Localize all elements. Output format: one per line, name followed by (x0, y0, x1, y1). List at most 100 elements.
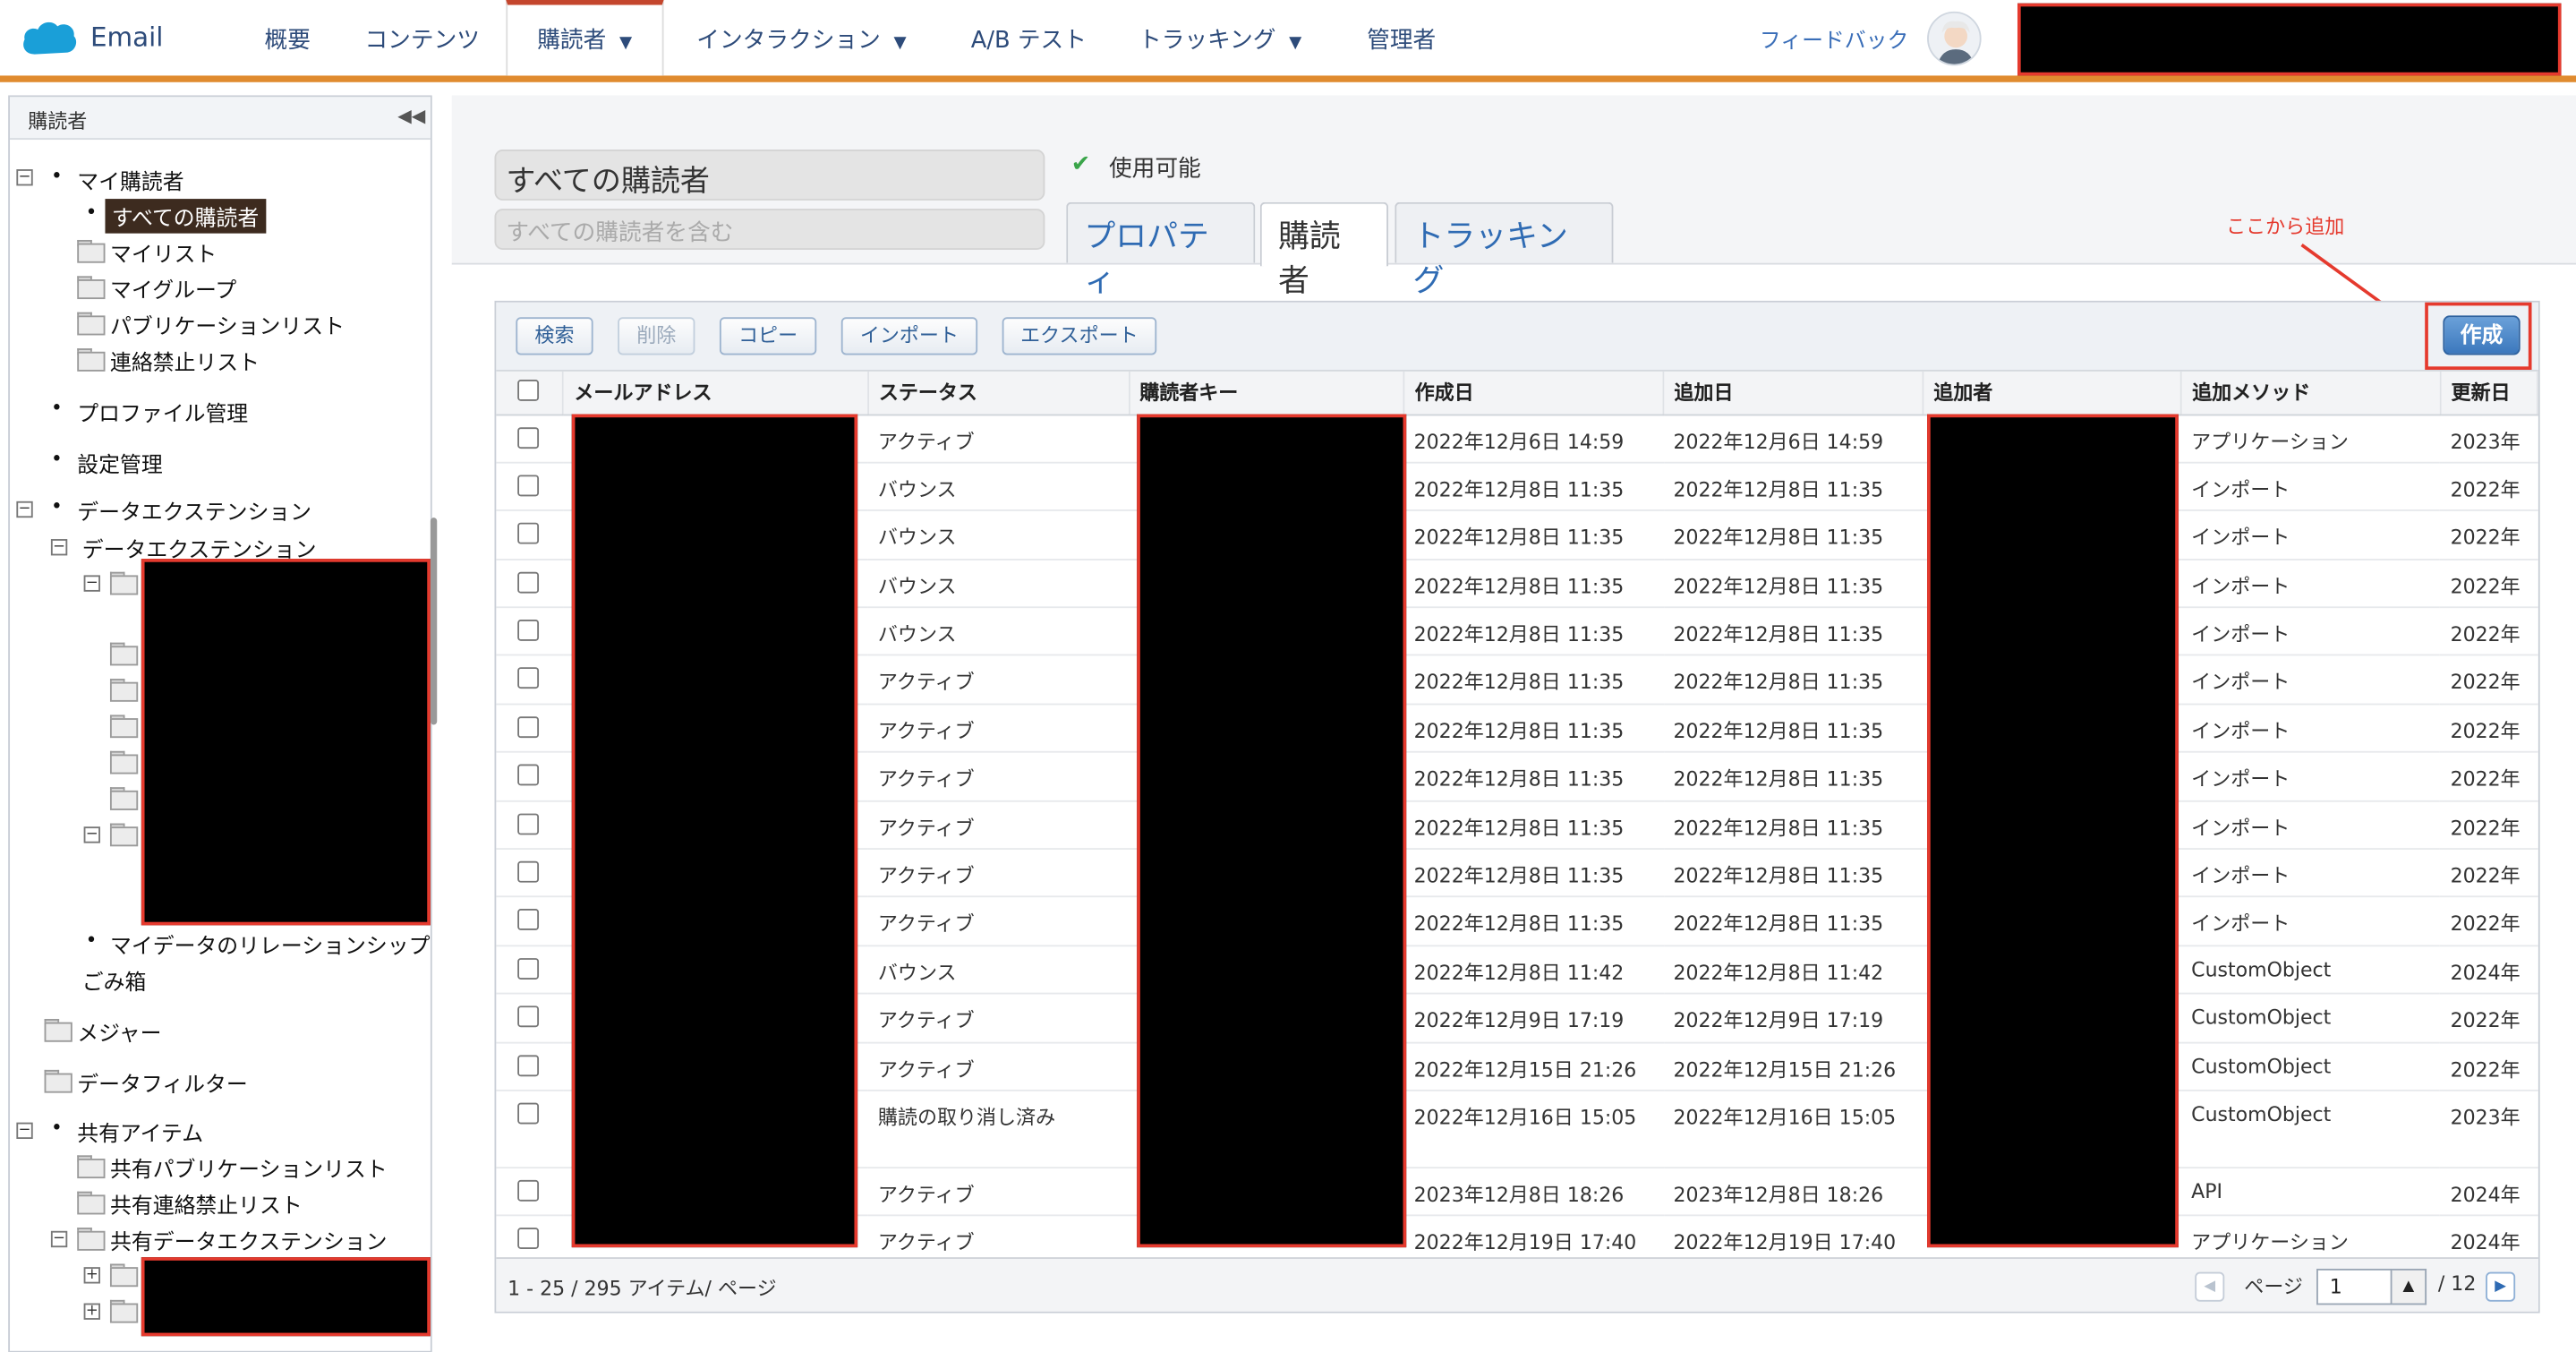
tree-measures[interactable]: メジャー (77, 1015, 161, 1048)
tree-shared-data-extensions[interactable]: 共有データエクステンション (110, 1224, 388, 1256)
tree-shared-publication-lists[interactable]: 共有パブリケーションリスト (110, 1152, 388, 1184)
tab-subscribers[interactable]: 購読者 (1259, 201, 1388, 299)
redacted-shared-folders (141, 1257, 431, 1337)
nav-label: トラッキング (1139, 28, 1276, 55)
next-page-icon[interactable]: ▶ (2486, 1271, 2516, 1302)
method-cell: インポート (2181, 849, 2441, 898)
export-button[interactable]: エクスポート (1002, 317, 1157, 355)
collapse-toggle-icon[interactable]: − (16, 501, 33, 518)
tree-data-relationships[interactable]: マイデータのリレーションシップ (110, 928, 430, 960)
created-cell: 2022年12月8日 11:35 (1403, 607, 1664, 657)
search-button[interactable]: 検索 (516, 317, 593, 355)
nav-content[interactable]: コンテンツ (364, 23, 479, 56)
prev-page-icon[interactable]: ◀ (2195, 1271, 2225, 1302)
col-status[interactable]: ステータス (867, 371, 1130, 415)
copy-button[interactable]: コピー (719, 317, 817, 355)
folder-icon (77, 348, 106, 372)
row-checkbox[interactable] (517, 1228, 540, 1250)
page-spinner-icon[interactable]: ▲ (2392, 1269, 2427, 1305)
col-email[interactable]: メールアドレス (563, 371, 869, 415)
tree-data-filters[interactable]: データフィルター (77, 1066, 247, 1099)
updated-cell: 2022年 (2440, 752, 2538, 802)
salesforce-cloud-icon[interactable] (20, 18, 79, 59)
tree-suppression-lists[interactable]: 連絡禁止リスト (110, 345, 260, 377)
collapse-toggle-icon[interactable]: − (83, 826, 100, 843)
chevron-down-icon[interactable]: ▼ (619, 35, 632, 53)
select-all-checkbox[interactable] (517, 379, 540, 401)
method-cell: API (2181, 1168, 2441, 1217)
nav-tracking[interactable]: トラッキング ▼ (1139, 23, 1301, 56)
app-name[interactable]: Email (90, 21, 163, 53)
delete-button[interactable]: 削除 (618, 317, 695, 355)
nav-subscribers[interactable]: 購読者 ▼ (506, 0, 663, 76)
collapse-toggle-icon[interactable]: − (50, 539, 68, 556)
page-input[interactable]: 1 (2316, 1269, 2393, 1305)
created-cell: 2022年12月8日 11:35 (1403, 752, 1664, 802)
row-checkbox[interactable] (517, 1005, 540, 1028)
col-added[interactable]: 追加日 (1663, 371, 1924, 415)
nav-overview[interactable]: 概要 (265, 23, 311, 56)
row-checkbox[interactable] (517, 860, 540, 883)
sidebar-scrollbar[interactable] (430, 518, 438, 725)
tree-shared-suppression-lists[interactable]: 共有連絡禁止リスト (110, 1188, 303, 1219)
row-checkbox[interactable] (517, 426, 540, 449)
tab-properties[interactable]: プロパティ (1066, 201, 1256, 299)
expand-toggle-icon[interactable]: + (83, 1303, 100, 1320)
method-cell: インポート (2181, 462, 2441, 512)
tree-my-lists[interactable]: マイリスト (110, 236, 217, 269)
nav-admin[interactable]: 管理者 (1367, 23, 1436, 56)
avatar[interactable] (1927, 11, 1982, 66)
collapse-toggle-icon[interactable]: − (50, 1230, 68, 1248)
row-checkbox[interactable] (517, 620, 540, 641)
row-checkbox[interactable] (517, 668, 540, 689)
row-select-cell (496, 414, 564, 464)
folder-icon (77, 1228, 106, 1251)
row-checkbox[interactable] (517, 523, 540, 545)
chevron-down-icon[interactable]: ▼ (1289, 35, 1301, 53)
import-button[interactable]: インポート (840, 317, 978, 355)
tree-publication-lists[interactable]: パブリケーションリスト (110, 309, 345, 340)
tree-preference-management[interactable]: 設定管理 (77, 447, 162, 479)
row-checkbox[interactable] (517, 812, 540, 834)
tree-my-groups[interactable]: マイグループ (110, 273, 236, 304)
chevron-down-icon[interactable]: ▼ (894, 35, 907, 53)
row-checkbox[interactable] (517, 1102, 540, 1125)
collapse-icon[interactable]: ◀◀ (397, 105, 425, 126)
expand-toggle-icon[interactable]: + (83, 1267, 100, 1284)
col-added-method[interactable]: 追加メソッド (2181, 371, 2442, 415)
row-checkbox[interactable] (517, 764, 540, 786)
collapse-toggle-icon[interactable]: − (16, 169, 33, 186)
feedback-link[interactable]: フィードバック (1760, 23, 1909, 55)
nav-ab-test[interactable]: A/B テスト (971, 23, 1087, 56)
collapse-toggle-icon[interactable]: − (83, 575, 100, 592)
row-checkbox[interactable] (517, 715, 540, 738)
created-cell: 2022年12月6日 14:59 (1403, 414, 1664, 464)
tree-all-subscribers[interactable]: すべての購読者 (105, 199, 266, 234)
method-cell: インポート (2181, 752, 2441, 802)
created-cell: 2022年12月15日 21:26 (1403, 1041, 1664, 1091)
tree-my-subscribers[interactable]: マイ購読者 (77, 165, 183, 196)
group-description-field[interactable]: すべての購読者を含む (494, 209, 1045, 250)
app-window: Email 概要 コンテンツ 購読者 ▼ インタラクション ▼ A/B テスト トラ… (0, 0, 2576, 1352)
col-added-by[interactable]: 追加者 (1923, 371, 2183, 415)
row-checkbox[interactable] (517, 957, 540, 980)
added-cell: 2022年12月15日 21:26 (1663, 1041, 1923, 1091)
col-updated[interactable]: 更新日 (2440, 371, 2538, 415)
user-avatar-icon (1937, 21, 1975, 64)
collapse-toggle-icon[interactable]: − (16, 1122, 33, 1140)
tree-recycle-bin[interactable]: ごみ箱 (82, 964, 147, 997)
row-checkbox[interactable] (517, 1179, 540, 1202)
row-checkbox[interactable] (517, 571, 540, 594)
row-checkbox[interactable] (517, 909, 540, 931)
tab-tracking[interactable]: トラッキング (1395, 201, 1614, 299)
nav-interactions[interactable]: インタラクション ▼ (696, 23, 906, 56)
row-checkbox[interactable] (517, 475, 540, 497)
group-name-field[interactable]: すべての購読者 (494, 150, 1045, 201)
col-subscriber-key[interactable]: 購読者キー (1129, 371, 1405, 415)
col-created[interactable]: 作成日 (1403, 371, 1665, 415)
tree-data-extensions[interactable]: データエクステンション (77, 494, 311, 526)
tree-shared-items[interactable]: 共有アイテム (77, 1116, 203, 1148)
tree-profile-management[interactable]: プロファイル管理 (77, 396, 248, 428)
row-checkbox[interactable] (517, 1054, 540, 1076)
created-cell: 2022年12月8日 11:35 (1403, 510, 1664, 560)
